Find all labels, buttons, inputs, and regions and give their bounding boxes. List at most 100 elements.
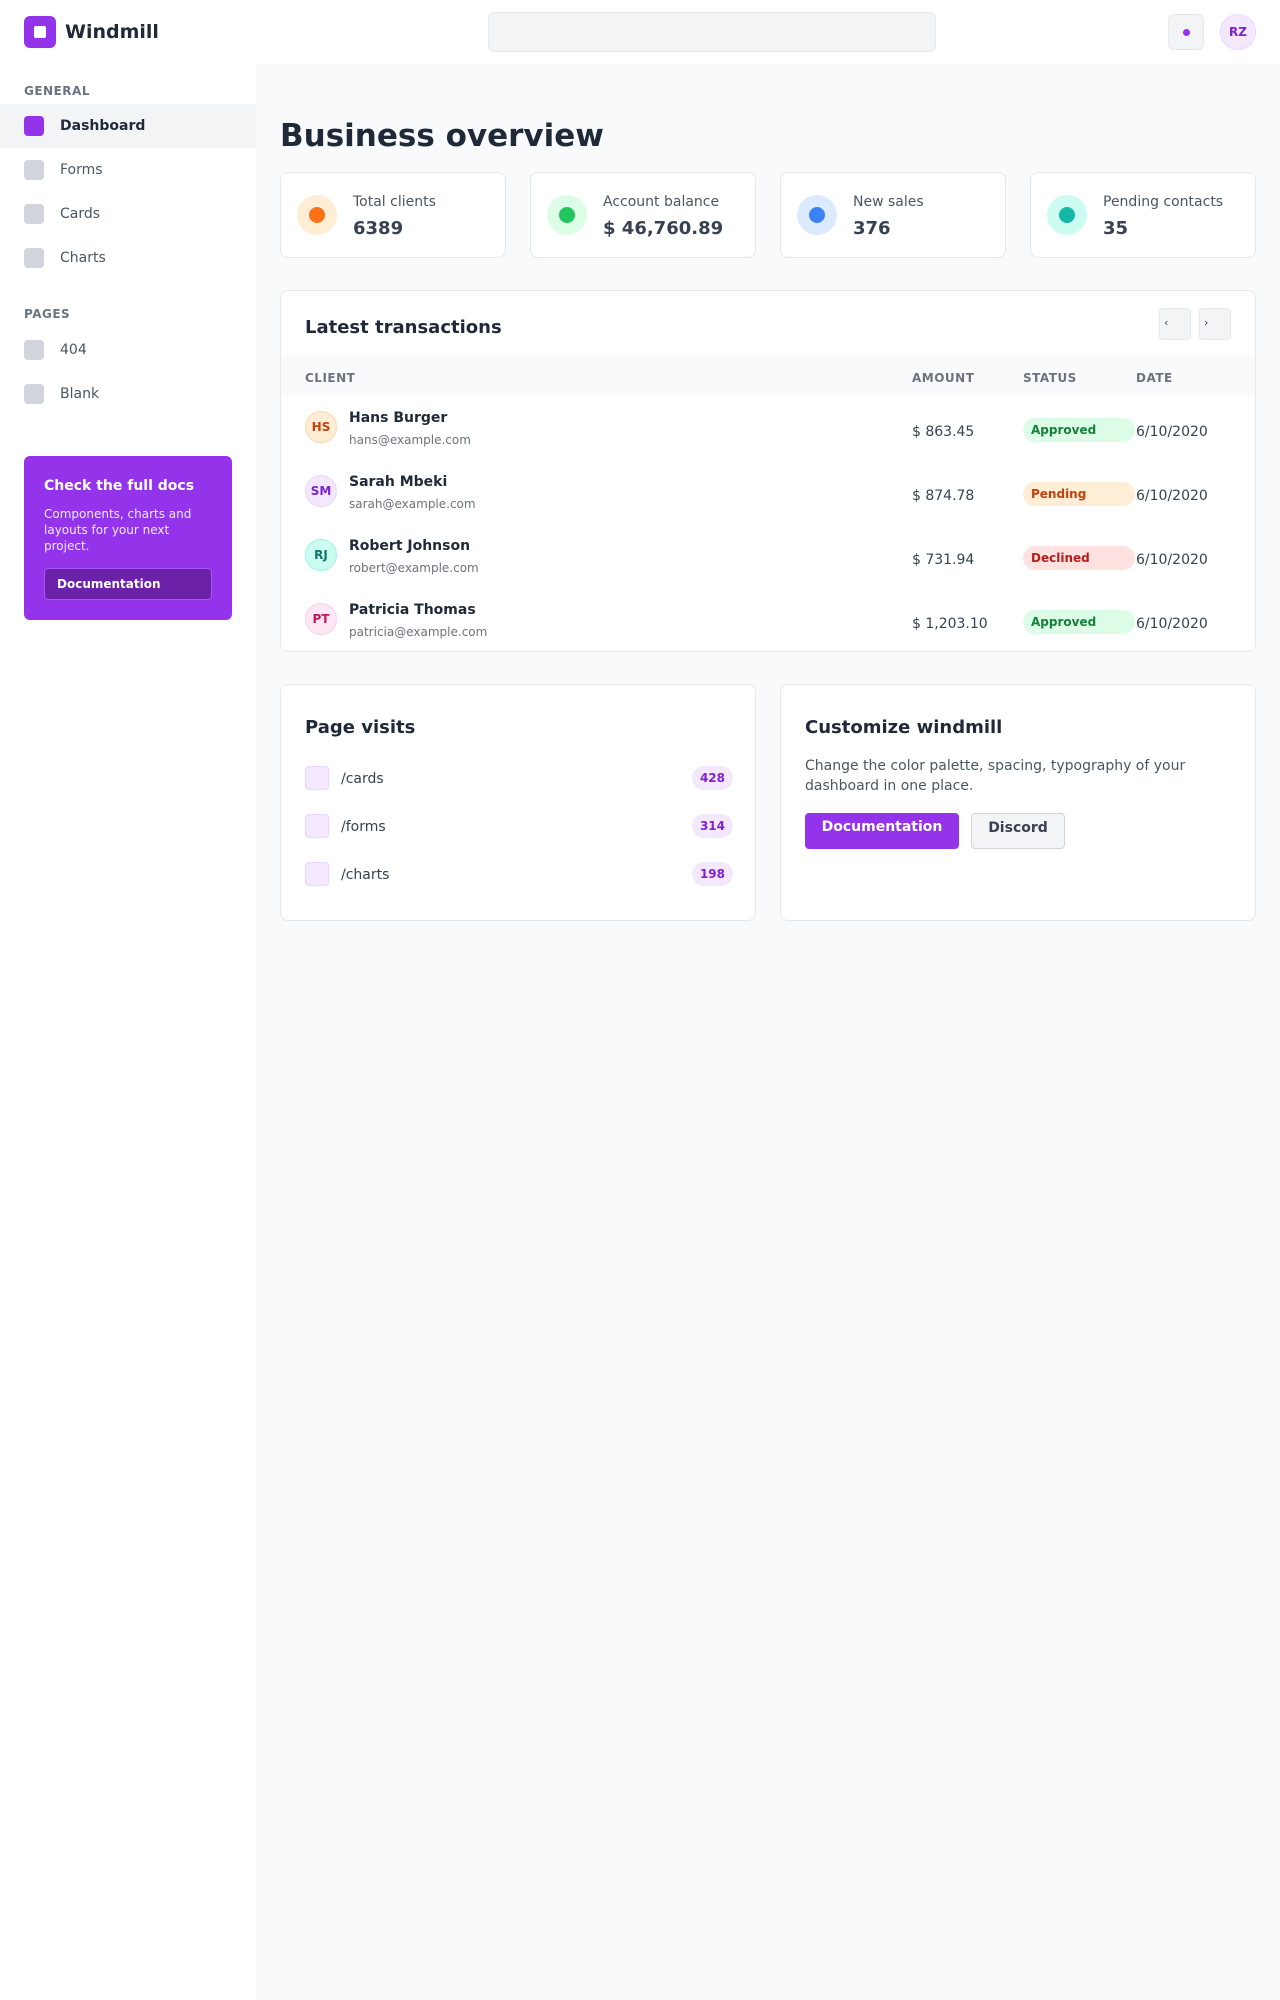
next-page-button[interactable]: › <box>1199 308 1231 340</box>
sidebar-item-blank[interactable]: Blank <box>0 372 256 416</box>
transactions-card: Latest transactions ‹ › CLIENT AMOUNT ST… <box>280 290 1256 652</box>
sales-icon-dot <box>809 207 825 223</box>
table-row[interactable]: SM Sarah Mbeki sarah@example.com $ 874.7… <box>281 459 1255 523</box>
list-item[interactable]: /forms 314 <box>305 814 733 838</box>
cards-icon <box>24 204 44 224</box>
transaction-amount: $ 863.45 <box>912 424 975 440</box>
client-email: sarah@example.com <box>349 497 476 511</box>
page-icon <box>24 340 44 360</box>
status-badge: Pending <box>1023 482 1135 506</box>
sidebar-item-dashboard[interactable]: Dashboard <box>0 104 256 148</box>
notification-dot-icon <box>1183 29 1190 36</box>
sidebar-item-404[interactable]: 404 <box>0 328 256 372</box>
status-badge: Declined <box>1023 546 1135 570</box>
stat-card-total-clients: Total clients 6389 <box>280 172 506 258</box>
visit-count-badge: 428 <box>691 766 733 790</box>
column-header-status: STATUS <box>1023 371 1077 385</box>
transaction-date: 6/10/2020 <box>1136 616 1208 632</box>
brand[interactable]: Windmill <box>24 16 159 48</box>
visit-path: /cards <box>341 771 384 787</box>
client-avatar: HS <box>305 411 337 443</box>
transaction-amount: $ 1,203.10 <box>912 616 988 632</box>
page-icon <box>305 766 329 790</box>
stat-value: 35 <box>1103 218 1129 239</box>
transactions-title: Latest transactions <box>305 317 502 338</box>
notifications-button[interactable] <box>1168 14 1204 50</box>
client-name: Robert Johnson <box>349 538 471 554</box>
status-badge: Approved <box>1023 418 1135 442</box>
sidebar: GENERAL Dashboard Forms Cards Charts PAG… <box>0 64 256 2000</box>
page-icon <box>24 384 44 404</box>
visit-path: /forms <box>341 819 386 835</box>
stat-card-account-balance: Account balance $ 46,760.89 <box>530 172 756 258</box>
sidebar-item-label: Blank <box>60 386 100 402</box>
contacts-icon-dot <box>1059 207 1075 223</box>
nav-heading-general: GENERAL <box>24 84 90 98</box>
user-avatar[interactable]: RZ <box>1220 14 1256 50</box>
status-badge: Approved <box>1023 610 1135 634</box>
sidebar-item-label: 404 <box>60 342 87 358</box>
sidebar-item-label: Charts <box>60 250 106 266</box>
client-avatar: PT <box>305 603 337 635</box>
list-item[interactable]: /cards 428 <box>305 766 733 790</box>
forms-icon <box>24 160 44 180</box>
top-bar: Windmill RZ <box>0 0 1280 64</box>
sidebar-item-forms[interactable]: Forms <box>0 148 256 192</box>
docs-promo-card: Check the full docs Components, charts a… <box>24 456 232 620</box>
transaction-amount: $ 874.78 <box>912 488 975 504</box>
client-name: Hans Burger <box>349 410 448 426</box>
client-name: Sarah Mbeki <box>349 474 448 490</box>
visit-path: /charts <box>341 867 390 883</box>
stat-value: $ 46,760.89 <box>603 218 724 239</box>
promo-title: Check the full docs <box>44 478 195 494</box>
column-header-date: DATE <box>1136 371 1173 385</box>
table-row[interactable]: RJ Robert Johnson robert@example.com $ 7… <box>281 523 1255 587</box>
search-input[interactable] <box>488 12 936 52</box>
discord-button[interactable]: Discord <box>971 813 1065 849</box>
page-icon <box>305 862 329 886</box>
sidebar-item-label: Cards <box>60 206 101 222</box>
sidebar-item-charts[interactable]: Charts <box>0 236 256 280</box>
table-row[interactable]: HS Hans Burger hans@example.com $ 863.45… <box>281 395 1255 459</box>
clients-icon <box>297 195 337 235</box>
nav-heading-pages: PAGES <box>24 307 71 321</box>
stat-label: Total clients <box>353 194 436 210</box>
table-row[interactable]: PT Patricia Thomas patricia@example.com … <box>281 587 1255 651</box>
stat-label: Pending contacts <box>1103 194 1224 210</box>
prev-page-button[interactable]: ‹ <box>1159 308 1191 340</box>
stat-value: 6389 <box>353 218 404 239</box>
column-header-amount: AMOUNT <box>912 371 975 385</box>
promo-documentation-button[interactable]: Documentation <box>44 568 212 600</box>
stat-label: New sales <box>853 194 924 210</box>
promo-text: Components, charts and layouts for your … <box>44 507 192 553</box>
customize-text: Change the color palette, spacing, typog… <box>805 758 1186 794</box>
customize-title: Customize windmill <box>805 717 1003 738</box>
client-avatar: SM <box>305 475 337 507</box>
sidebar-item-label: Forms <box>60 162 103 178</box>
client-email: patricia@example.com <box>349 625 488 639</box>
charts-icon <box>24 248 44 268</box>
client-name: Patricia Thomas <box>349 602 476 618</box>
column-header-client: CLIENT <box>305 371 356 385</box>
logo-mark <box>34 26 46 38</box>
list-item[interactable]: /charts 198 <box>305 862 733 886</box>
page-icon <box>305 814 329 838</box>
transaction-date: 6/10/2020 <box>1136 424 1208 440</box>
table-header: CLIENT AMOUNT STATUS DATE <box>281 355 1255 395</box>
client-avatar: RJ <box>305 539 337 571</box>
page-visits-title: Page visits <box>305 717 416 738</box>
contacts-icon <box>1047 195 1087 235</box>
transaction-amount: $ 731.94 <box>912 552 975 568</box>
balance-icon-dot <box>559 207 575 223</box>
balance-icon <box>547 195 587 235</box>
app-name: Windmill <box>65 21 159 43</box>
sidebar-item-cards[interactable]: Cards <box>0 192 256 236</box>
windmill-logo-icon <box>24 16 56 48</box>
dashboard-icon <box>24 116 44 136</box>
page-title: Business overview <box>280 118 604 154</box>
stat-card-pending-contacts: Pending contacts 35 <box>1030 172 1256 258</box>
page-visits-card: Page visits /cards 428 /forms 314 /chart… <box>280 684 756 921</box>
client-email: robert@example.com <box>349 561 479 575</box>
transaction-date: 6/10/2020 <box>1136 552 1208 568</box>
documentation-button[interactable]: Documentation <box>805 813 959 849</box>
